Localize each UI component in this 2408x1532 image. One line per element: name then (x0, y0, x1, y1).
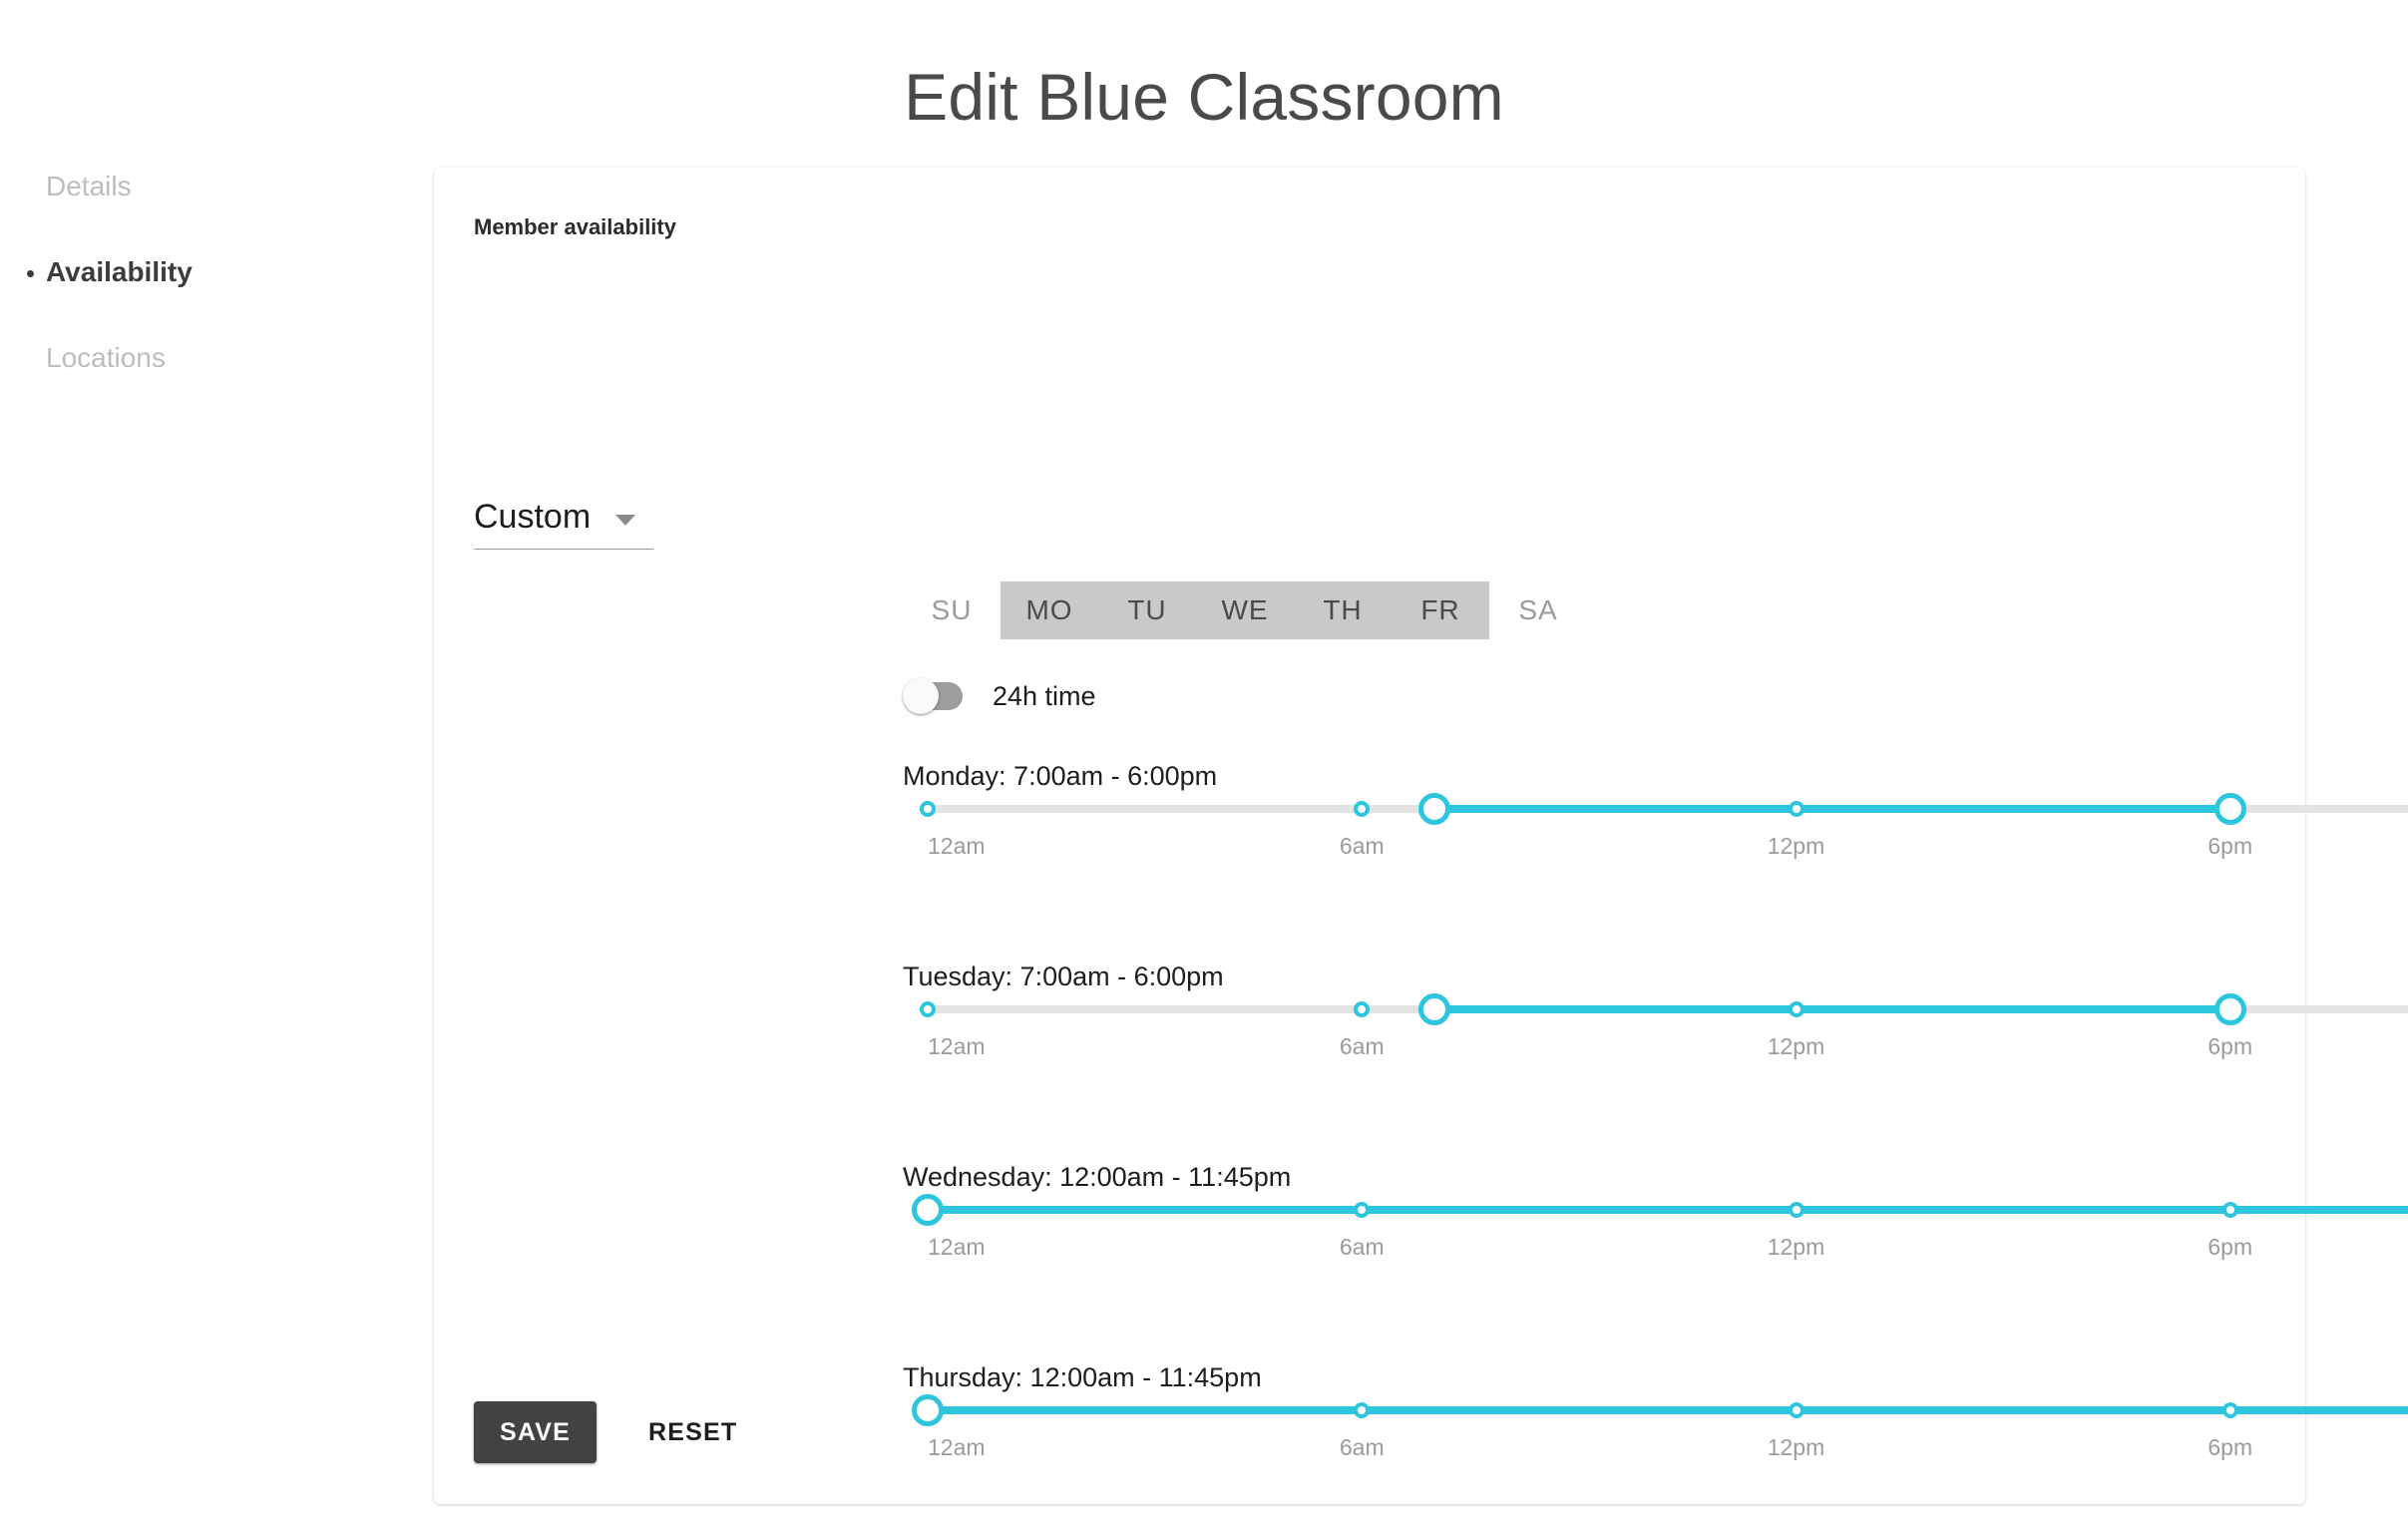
sidebar-item-label: Details (46, 171, 132, 201)
slider-handle-end[interactable] (2213, 793, 2246, 825)
slider-tick-6am-1 (1354, 1402, 1371, 1418)
axis-tick-label: 12am (928, 1234, 986, 1260)
slider-axis: 12am6am12pm6pm12am (928, 1434, 2408, 1464)
slider-tick-6pm-3 (2221, 1202, 2238, 1218)
slider-tick-12pm-2 (1788, 1202, 1805, 1218)
axis-tick-label: 12am (928, 1033, 986, 1059)
day-tab-we[interactable]: WE (1196, 581, 1294, 639)
time-range-slider-thursday[interactable] (912, 1394, 2408, 1426)
axis-tick-label: 6am (1339, 833, 1385, 859)
slider-selected-range (928, 1406, 2408, 1414)
slider-axis: 12am6am12pm6pm12am (928, 1234, 2408, 1264)
availability-preset-select[interactable]: Custom (474, 497, 653, 550)
slider-axis: 12am6am12pm6pm12am (928, 833, 2408, 863)
day-tab-su[interactable]: SU (903, 581, 1001, 639)
axis-tick-label: 12am (928, 833, 986, 859)
axis-tick-label: 12pm (1767, 833, 1825, 859)
slider-tick-12pm-2 (1788, 1001, 1805, 1017)
time-range-slider-monday[interactable] (920, 793, 2408, 825)
availability-card: Member availability Custom SU MO TU WE TH FR S… (434, 168, 2408, 1504)
axis-tick-label: 12am (928, 1434, 986, 1460)
slider-axis: 12am6am12pm6pm12am (928, 1033, 2408, 1063)
time-range-slider-tuesday[interactable] (920, 993, 2408, 1025)
sidebar-item-label: Availability (46, 256, 193, 287)
axis-tick-label: 6am (1339, 1234, 1385, 1260)
day-tab-th[interactable]: TH (1294, 581, 1392, 639)
24h-time-toggle-row[interactable]: 24h time (903, 678, 1096, 714)
slider-tick-12pm-2 (1788, 1402, 1805, 1418)
row-label-tuesday: Tuesday: 7:00am - 6:00pm (903, 961, 1224, 991)
card-footer: SAVE RESET (474, 1401, 759, 1463)
day-tab-tu[interactable]: TU (1098, 581, 1196, 639)
day-tab-mo[interactable]: MO (1001, 581, 1098, 639)
time-range-slider-wednesday[interactable] (912, 1194, 2408, 1226)
slider-selected-range (1433, 805, 2230, 813)
axis-tick-label: 6pm (2207, 1434, 2253, 1460)
24h-time-toggle-label: 24h time (993, 680, 1096, 711)
slider-tick-6am-1 (1354, 1202, 1371, 1218)
axis-tick-label: 6am (1339, 1434, 1385, 1460)
axis-tick-label: 6pm (2207, 1234, 2253, 1260)
slider-handle-end[interactable] (2213, 993, 2246, 1025)
row-label-thursday: Thursday: 12:00am - 11:45pm (903, 1362, 1262, 1392)
axis-tick-label: 6am (1339, 1033, 1385, 1059)
axis-tick-label: 6pm (2207, 1033, 2253, 1059)
section-label: Member availability (474, 214, 676, 239)
slider-handle-start[interactable] (912, 1194, 944, 1226)
day-tab-sa[interactable]: SA (1489, 581, 1587, 639)
slider-tick-6pm-3 (2221, 1402, 2238, 1418)
axis-tick-label: 12pm (1767, 1033, 1825, 1059)
slider-tick-6am-1 (1354, 1001, 1371, 1017)
slider-tick-12am-0 (920, 801, 936, 817)
slider-handle-start[interactable] (1417, 993, 1450, 1025)
chevron-down-icon (615, 515, 635, 526)
axis-tick-label: 12pm (1767, 1234, 1825, 1260)
slider-tick-12pm-2 (1788, 801, 1805, 817)
page-root: Edit Blue Classroom Details Availability L… (0, 0, 2408, 1532)
sidebar-item-label: Locations (46, 342, 166, 373)
sidebar-item-details[interactable]: Details (0, 168, 419, 205)
slider-handle-start[interactable] (1417, 793, 1450, 825)
row-label-wednesday: Wednesday: 12:00am - 11:45pm (903, 1162, 1292, 1192)
reset-button[interactable]: RESET (626, 1401, 759, 1463)
sidebar-item-availability[interactable]: Availability (0, 253, 419, 291)
slider-tick-12am-0 (920, 1001, 936, 1017)
day-tab-fr[interactable]: FR (1392, 581, 1489, 639)
24h-time-toggle[interactable] (903, 678, 965, 714)
toggle-knob (903, 678, 939, 714)
sidebar-nav: Details Availability Locations (0, 168, 419, 425)
axis-tick-label: 6pm (2207, 833, 2253, 859)
sidebar-item-locations[interactable]: Locations (0, 339, 419, 377)
slider-selected-range (1433, 1005, 2230, 1013)
slider-handle-start[interactable] (912, 1394, 944, 1426)
slider-tick-6am-1 (1354, 801, 1371, 817)
select-value: Custom (474, 498, 592, 536)
save-button[interactable]: SAVE (474, 1401, 598, 1463)
slider-selected-range (928, 1206, 2408, 1214)
day-selector[interactable]: SU MO TU WE TH FR SA (903, 581, 1587, 639)
row-label-monday: Monday: 7:00am - 6:00pm (903, 761, 1218, 791)
axis-tick-label: 12pm (1767, 1434, 1825, 1460)
page-title: Edit Blue Classroom (904, 60, 1504, 135)
active-bullet-icon (27, 270, 34, 277)
